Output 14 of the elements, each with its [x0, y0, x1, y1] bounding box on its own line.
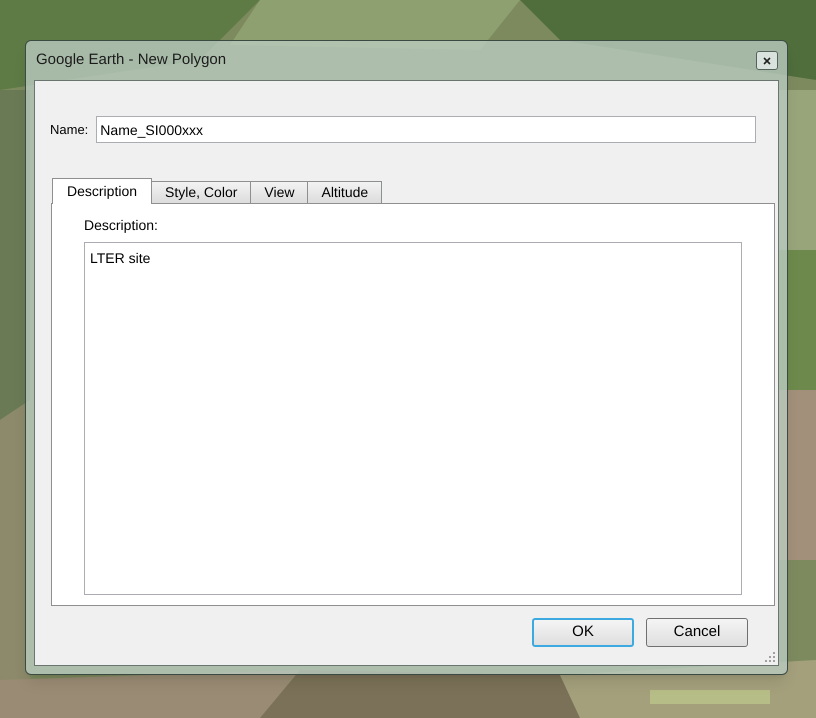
name-label: Name:	[50, 120, 88, 139]
tab[interactable]: Style, Color	[152, 181, 252, 203]
description-field[interactable]: LTER site	[84, 242, 742, 595]
tab[interactable]: View	[251, 181, 308, 203]
close-icon	[763, 56, 771, 64]
description-label: Description:	[84, 216, 158, 235]
close-button[interactable]	[756, 51, 778, 70]
dialog-button[interactable]: OK	[532, 618, 634, 647]
name-field[interactable]: Name_SI000xxx	[96, 116, 756, 143]
resize-grip-icon[interactable]	[765, 652, 776, 663]
tab[interactable]: Altitude	[308, 181, 382, 203]
tab[interactable]: Description	[52, 178, 152, 204]
window-title: Google Earth - New Polygon	[36, 50, 226, 70]
dialog-button[interactable]: Cancel	[646, 618, 748, 647]
